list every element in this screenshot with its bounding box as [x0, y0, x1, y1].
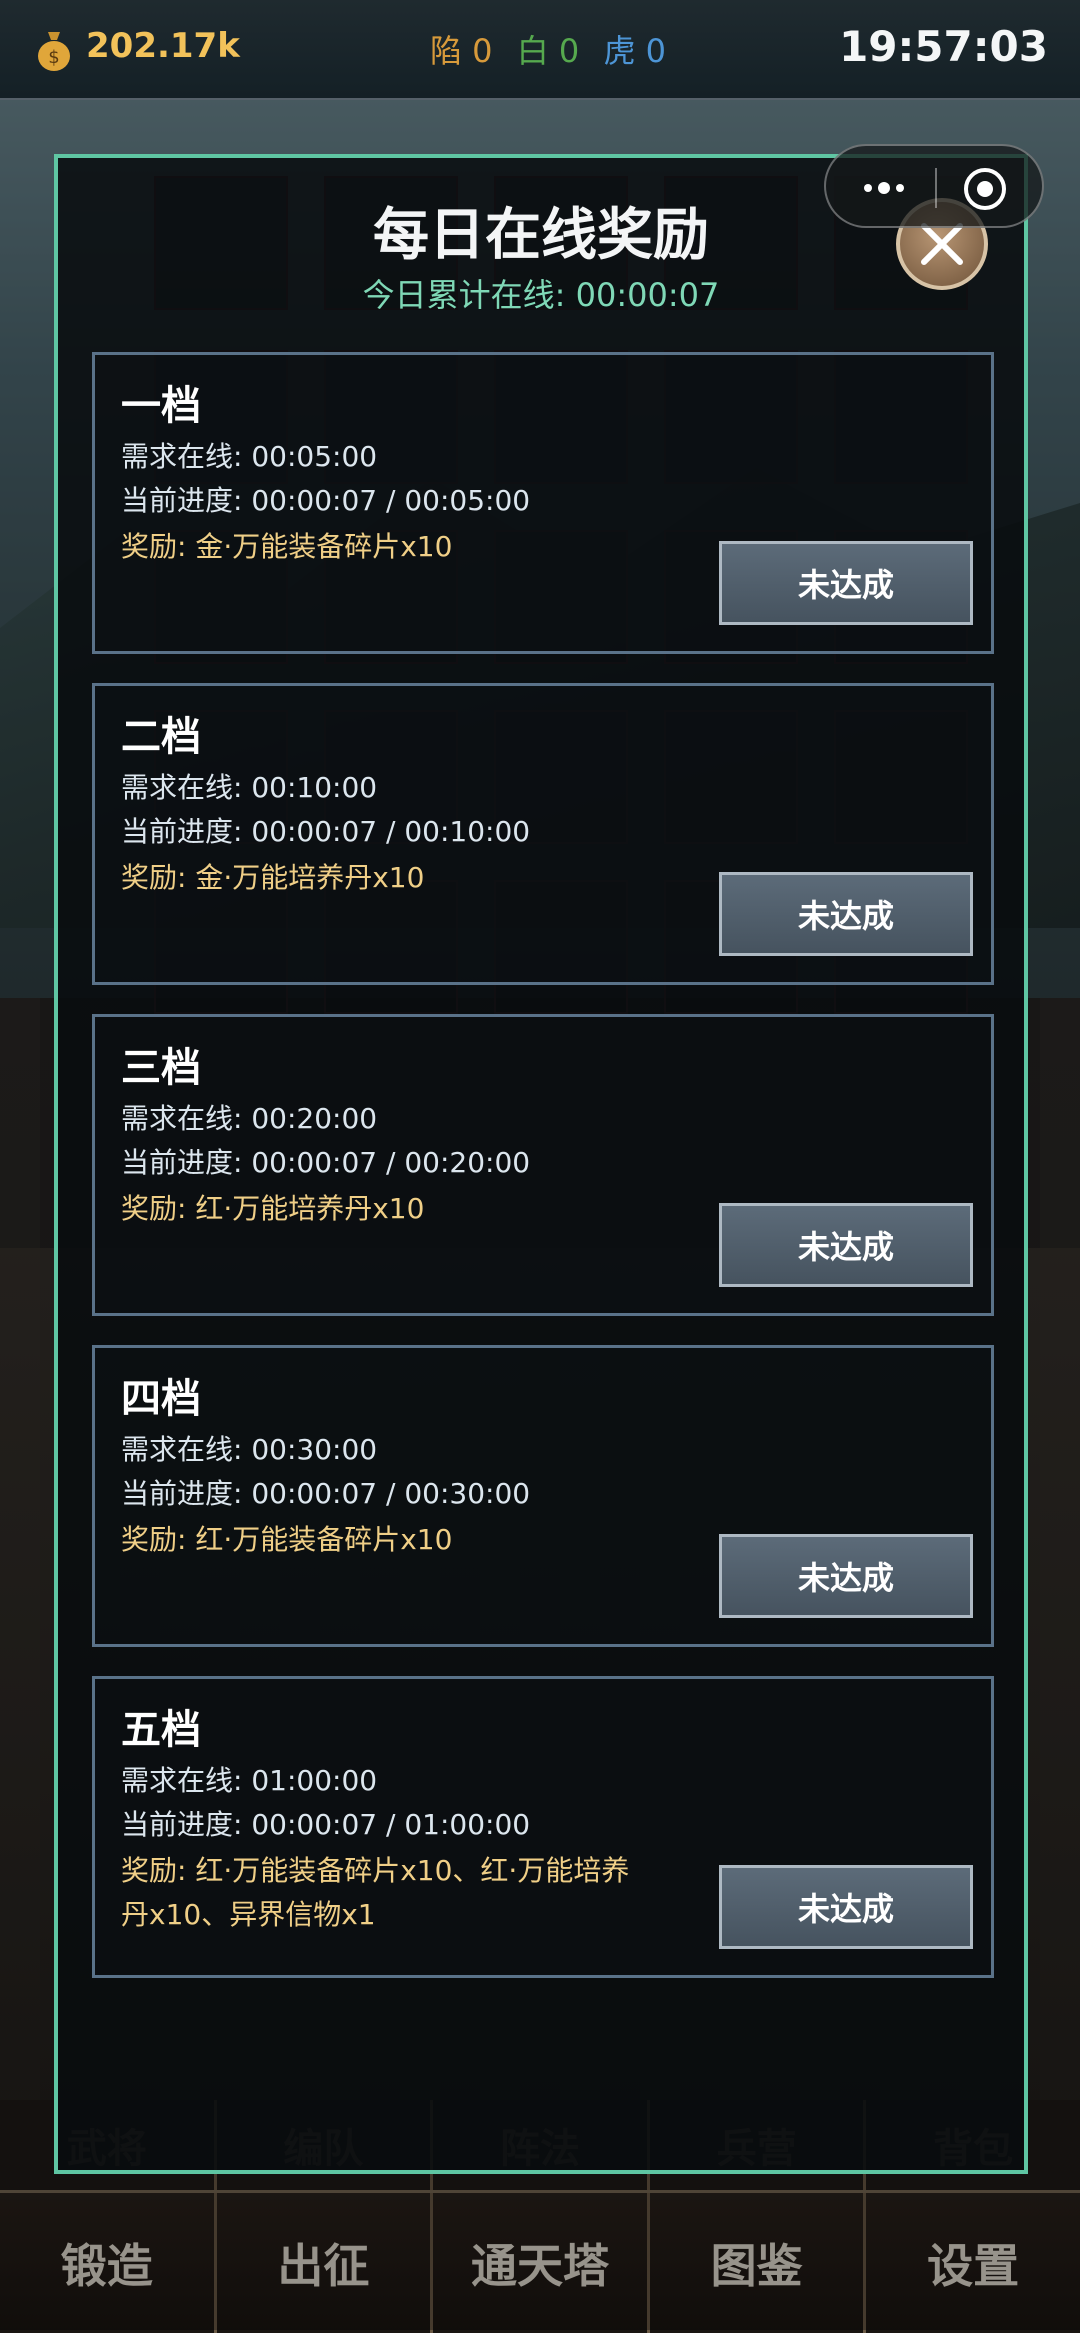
- tier-progress: 当前进度: 00:00:07 / 00:10:00: [121, 815, 531, 848]
- tier-reward: 奖励: 红·万能培养丹x10: [121, 1192, 425, 1225]
- status-tag-bai: 白 0: [516, 32, 580, 70]
- tier-title: 二档: [121, 714, 201, 760]
- status-tag-xian: 陷 0: [430, 32, 493, 70]
- claim-button-tier-3[interactable]: 未达成: [719, 1203, 973, 1287]
- tier-required-time: 需求在线: 00:30:00: [121, 1433, 378, 1466]
- tier-title: 五档: [121, 1707, 201, 1753]
- total-online-time: 今日累计在线: 00:00:07: [362, 276, 720, 314]
- tier-title: 一档: [121, 383, 201, 429]
- claim-button-tier-5[interactable]: 未达成: [719, 1865, 973, 1949]
- tier-reward: 奖励: 红·万能装备碎片x10、红·万能培养丹x10、异界信物x1: [121, 1854, 630, 1931]
- tier-required-time: 需求在线: 00:20:00: [121, 1102, 378, 1135]
- capsule-divider: [935, 168, 937, 208]
- status-tags: 陷 0 白 0 虎 0: [430, 26, 680, 72]
- tier-required-time: 需求在线: 00:10:00: [121, 771, 378, 804]
- tier-title: 四档: [121, 1376, 201, 1422]
- tier-progress: 当前进度: 00:00:07 / 00:20:00: [121, 1146, 531, 1179]
- tier-required-time: 需求在线: 01:00:00: [121, 1764, 378, 1797]
- more-icon[interactable]: [854, 170, 914, 206]
- status-tag-hu: 虎 0: [603, 32, 666, 70]
- money-bag-icon: $: [38, 32, 70, 71]
- tier-reward: 奖励: 金·万能培养丹x10: [121, 861, 425, 894]
- exit-target-icon[interactable]: [962, 166, 1008, 212]
- reward-tier-1: 一档 需求在线: 00:05:00 当前进度: 00:00:07 / 00:05…: [92, 352, 994, 654]
- reward-tier-5: 五档 需求在线: 01:00:00 当前进度: 00:00:07 / 01:00…: [92, 1676, 994, 1978]
- reward-tier-2: 二档 需求在线: 00:10:00 当前进度: 00:00:07 / 00:10…: [92, 683, 994, 985]
- coin-balance: 202.17k: [86, 26, 240, 66]
- miniprogram-capsule: [824, 144, 1044, 228]
- claim-button-tier-1[interactable]: 未达成: [719, 541, 973, 625]
- daily-online-reward-modal: 每日在线奖励 今日累计在线: 00:00:07 一档 需求在线: 00:05:0…: [54, 154, 1028, 2174]
- svg-text:$: $: [48, 47, 59, 68]
- tier-reward: 奖励: 金·万能装备碎片x10: [121, 530, 453, 563]
- reward-tier-4: 四档 需求在线: 00:30:00 当前进度: 00:00:07 / 00:30…: [92, 1345, 994, 1647]
- tier-reward: 奖励: 红·万能装备碎片x10: [121, 1523, 453, 1556]
- tier-title: 三档: [121, 1045, 201, 1091]
- tier-progress: 当前进度: 00:00:07 / 00:30:00: [121, 1477, 531, 1510]
- clock: 19:57:03: [839, 22, 1048, 71]
- reward-tier-3: 三档 需求在线: 00:20:00 当前进度: 00:00:07 / 00:20…: [92, 1014, 994, 1316]
- claim-button-tier-2[interactable]: 未达成: [719, 872, 973, 956]
- tier-progress: 当前进度: 00:00:07 / 01:00:00: [121, 1808, 531, 1841]
- top-status-bar: $ 202.17k 陷 0 白 0 虎 0 19:57:03: [0, 0, 1080, 100]
- tier-required-time: 需求在线: 00:05:00: [121, 440, 378, 473]
- claim-button-tier-4[interactable]: 未达成: [719, 1534, 973, 1618]
- tier-progress: 当前进度: 00:00:07 / 00:05:00: [121, 484, 531, 517]
